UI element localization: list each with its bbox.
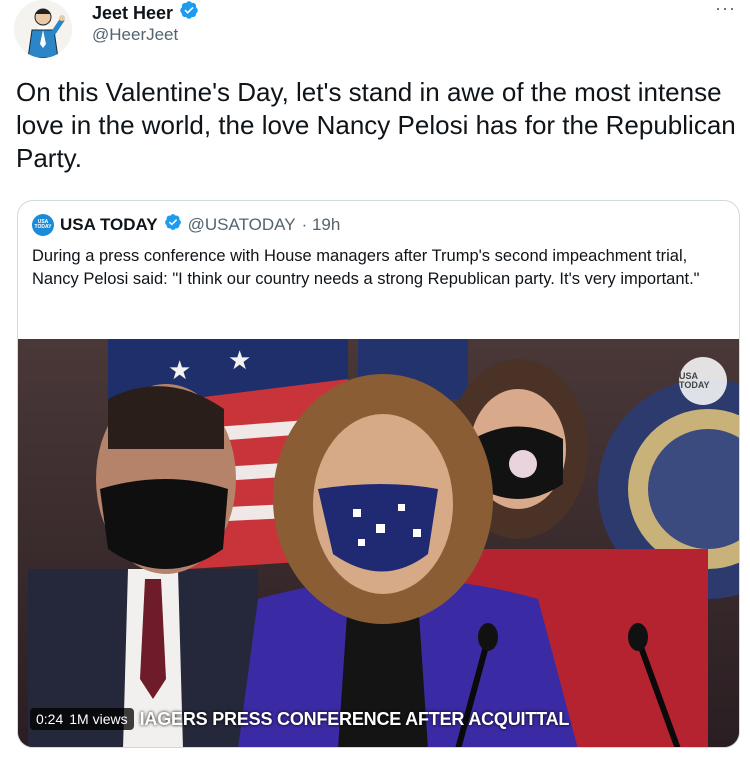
video-caption: IAGERS PRESS CONFERENCE AFTER ACQUITTAL: [139, 708, 570, 729]
quoted-tweet-header: USA TODAY USA TODAY @USATODAY · 19h: [32, 213, 340, 236]
quoted-timestamp[interactable]: · 19h: [302, 215, 341, 235]
video-overlay: 0:24 1M views IAGERS PRESS CONFERENCE AF…: [30, 705, 569, 733]
video-time-badge: 0:24 1M views: [30, 708, 134, 730]
verified-badge-icon: [179, 0, 199, 25]
author-display-name[interactable]: Jeet Heer: [92, 2, 173, 24]
video-player[interactable]: ★ ★ ★ ★: [18, 339, 739, 747]
verified-badge-icon: [164, 213, 182, 236]
avatar[interactable]: [14, 0, 72, 58]
usa-today-logo-text: USA TODAY: [34, 218, 52, 230]
author-handle[interactable]: @HeerJeet: [92, 25, 178, 45]
svg-text:★: ★: [228, 346, 251, 376]
video-view-count: 1M views: [69, 711, 128, 727]
usa-today-logo-icon[interactable]: USA TODAY: [32, 213, 54, 236]
video-frame-image: ★ ★ ★ ★: [18, 339, 739, 747]
more-horizontal-icon[interactable]: ···: [715, 0, 736, 19]
quoted-tweet-text: During a press conference with House man…: [32, 247, 700, 288]
quoted-tweet[interactable]: USA TODAY USA TODAY @USATODAY · 19h Duri…: [17, 200, 740, 748]
author-name-row: Jeet Heer: [92, 0, 199, 25]
usa-today-watermark: USA TODAY: [679, 357, 727, 405]
avatar-illustration-icon: [14, 0, 72, 58]
tweet-text: On this Valentine's Day, let's stand in …: [16, 77, 736, 173]
quoted-handle[interactable]: @USATODAY: [188, 215, 296, 235]
svg-text:★: ★: [168, 356, 191, 386]
watermark-text: USA TODAY: [679, 371, 710, 390]
quoted-display-name[interactable]: USA TODAY: [60, 215, 158, 235]
video-elapsed-time: 0:24: [36, 711, 64, 727]
